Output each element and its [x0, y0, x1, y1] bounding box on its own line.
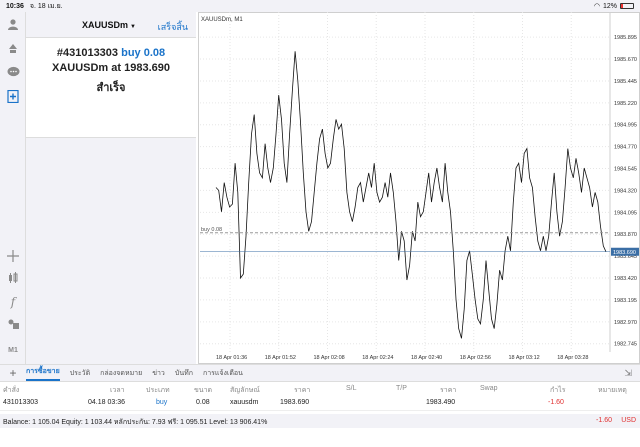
y-tick-label: 1985.220	[614, 101, 637, 107]
y-tick-label: 1982.745	[614, 342, 637, 348]
tab-journal[interactable]: บันทึก	[175, 368, 193, 379]
wifi-icon: ◠	[593, 3, 600, 10]
status-time: 10:36	[6, 2, 24, 10]
y-tick-label: 1985.670	[614, 57, 637, 63]
result-line-2: XAUUSDm at 1983.690	[26, 62, 196, 74]
row-type: buy	[156, 399, 168, 406]
add-icon[interactable]: +	[0, 366, 26, 380]
row-time: 04.18 03:36	[88, 399, 125, 406]
current-price-label: 1983.690	[613, 250, 636, 256]
order-panel-header: XAUUSDm ▼ เสร็จสิ้น	[26, 12, 196, 38]
profit-currency: USD	[621, 417, 636, 424]
x-tick-label: 18 Apr 02:08	[314, 355, 345, 361]
table-row[interactable]: 431013303 04.18 03:36 buy 0.08 xauusdm 1…	[0, 396, 640, 411]
balance-bar: Balance: 1 105.04 Equity: 1 103.44 หลักป…	[0, 414, 640, 428]
row-size: 0.08	[196, 399, 210, 406]
y-tick-label: 1985.445	[614, 79, 637, 85]
objects-icon[interactable]	[5, 316, 21, 332]
x-tick-label: 18 Apr 01:52	[265, 355, 296, 361]
chart-frame	[198, 12, 640, 364]
col-swap: Swap	[480, 385, 498, 392]
indicators-icon[interactable]: f	[5, 294, 21, 310]
chart-title: XAUUSDm, M1	[201, 17, 243, 23]
tab-mailbox[interactable]: กล่องจดหมาย	[100, 368, 142, 379]
symbol-selector[interactable]: XAUUSDm ▼	[82, 20, 136, 30]
col-symbol: สัญลักษณ์	[230, 387, 260, 394]
row-current-price: 1983.490	[426, 399, 456, 406]
y-tick-label: 1983.420	[614, 276, 637, 282]
tab-trade[interactable]: การซื้อขาย	[26, 366, 60, 381]
status-date: จ. 18 เม.ย.	[29, 2, 63, 10]
x-tick-label: 18 Apr 02:56	[460, 355, 491, 361]
y-tick-label: 1982.970	[614, 320, 637, 326]
y-tick-label: 1983.195	[614, 298, 637, 304]
order-panel: XAUUSDm ▼ เสร็จสิ้น #431013303 buy 0.08 X…	[26, 12, 196, 364]
order-result: #431013303 buy 0.08 XAUUSDm at 1983.690 …	[26, 38, 196, 138]
y-tick-label: 1983.870	[614, 232, 637, 238]
col-sl: S/L	[346, 385, 357, 392]
y-tick-label: 1985.895	[614, 35, 637, 41]
x-tick-label: 18 Apr 02:24	[362, 355, 393, 361]
y-tick-label: 1984.095	[614, 210, 637, 216]
result-line-1: #431013303 buy 0.08	[26, 47, 196, 59]
y-axis: 1985.895 1985.670 1985.445 1985.220 1984.995…	[614, 35, 637, 348]
row-open-price: 1983.690	[280, 399, 310, 406]
tab-alerts[interactable]: การแจ้งเตือน	[203, 368, 243, 379]
balance-summary: Balance: 1 105.04 Equity: 1 103.44 หลักป…	[3, 419, 268, 426]
chart-canvas[interactable]: 1985.895 1985.670 1985.445 1985.220 1984.995…	[198, 12, 640, 364]
new-order-icon[interactable]	[5, 88, 21, 104]
battery-icon	[620, 3, 634, 9]
result-action: buy 0.08	[121, 47, 166, 59]
status-bar: 10:36 จ. 18 เม.ย. ◠ 12%	[0, 0, 640, 12]
col-order: คำสั่ง	[3, 387, 20, 394]
chat-icon[interactable]	[5, 64, 21, 80]
y-tick-label: 1984.995	[614, 123, 637, 129]
account-icon[interactable]	[5, 16, 21, 32]
done-button[interactable]: เสร็จสิ้น	[158, 20, 188, 34]
x-tick-label: 18 Apr 01:36	[216, 355, 247, 361]
col-comment: หมายเหตุ	[598, 387, 627, 394]
expand-panel-icon[interactable]: ⇲	[624, 368, 632, 379]
price-chart[interactable]: 1985.895 1985.670 1985.445 1985.220 1984.995…	[198, 12, 640, 364]
trade-table-header: คำสั่ง เวลา ประเภท ขนาด สัญลักษณ์ ราคา S…	[0, 382, 640, 396]
result-status: สำเร็จ	[96, 82, 126, 94]
y-tick-label: 1984.770	[614, 145, 637, 151]
result-order-number: #431013303	[56, 47, 119, 59]
result-symbol-at: XAUUSDm at	[51, 62, 122, 74]
col-type: ประเภท	[146, 387, 170, 394]
x-tick-label: 18 Apr 02:40	[411, 355, 442, 361]
trade-arrows-icon[interactable]	[5, 40, 21, 56]
order-level-label: buy 0.08	[201, 227, 222, 233]
col-current-price: ราคา	[440, 387, 457, 394]
tab-news[interactable]: ข่าว	[152, 368, 165, 379]
tab-history[interactable]: ประวัติ	[70, 368, 90, 379]
col-open-price: ราคา	[294, 387, 311, 394]
toolbox-tabs: + การซื้อขาย ประวัติ กล่องจดหมาย ข่าว บั…	[0, 364, 640, 382]
result-price: 1983.690	[124, 62, 171, 74]
y-tick-label: 1984.545	[614, 167, 637, 173]
col-profit: กำไร	[550, 387, 566, 394]
left-toolbar: f M1	[0, 12, 26, 364]
chart-type-icon[interactable]	[5, 270, 21, 286]
row-symbol: xauusdm	[230, 399, 259, 406]
row-profit: -1.60	[548, 399, 564, 406]
caret-down-icon: ▼	[130, 24, 136, 30]
col-time: เวลา	[110, 387, 125, 394]
total-profit: -1.60	[596, 417, 612, 424]
battery-percent: 12%	[602, 2, 617, 10]
col-size: ขนาด	[194, 387, 213, 394]
y-tick-label: 1984.320	[614, 188, 637, 194]
x-tick-label: 18 Apr 03:28	[557, 355, 588, 361]
timeframe-button[interactable]: M1	[5, 347, 21, 354]
symbol-name: XAUUSDm	[82, 20, 129, 30]
row-order: 431013303	[3, 399, 39, 406]
crosshair-icon[interactable]	[5, 248, 21, 264]
x-tick-label: 18 Apr 03:12	[509, 355, 540, 361]
col-tp: T/P	[396, 385, 407, 392]
status-right: ◠ 12%	[594, 2, 634, 10]
